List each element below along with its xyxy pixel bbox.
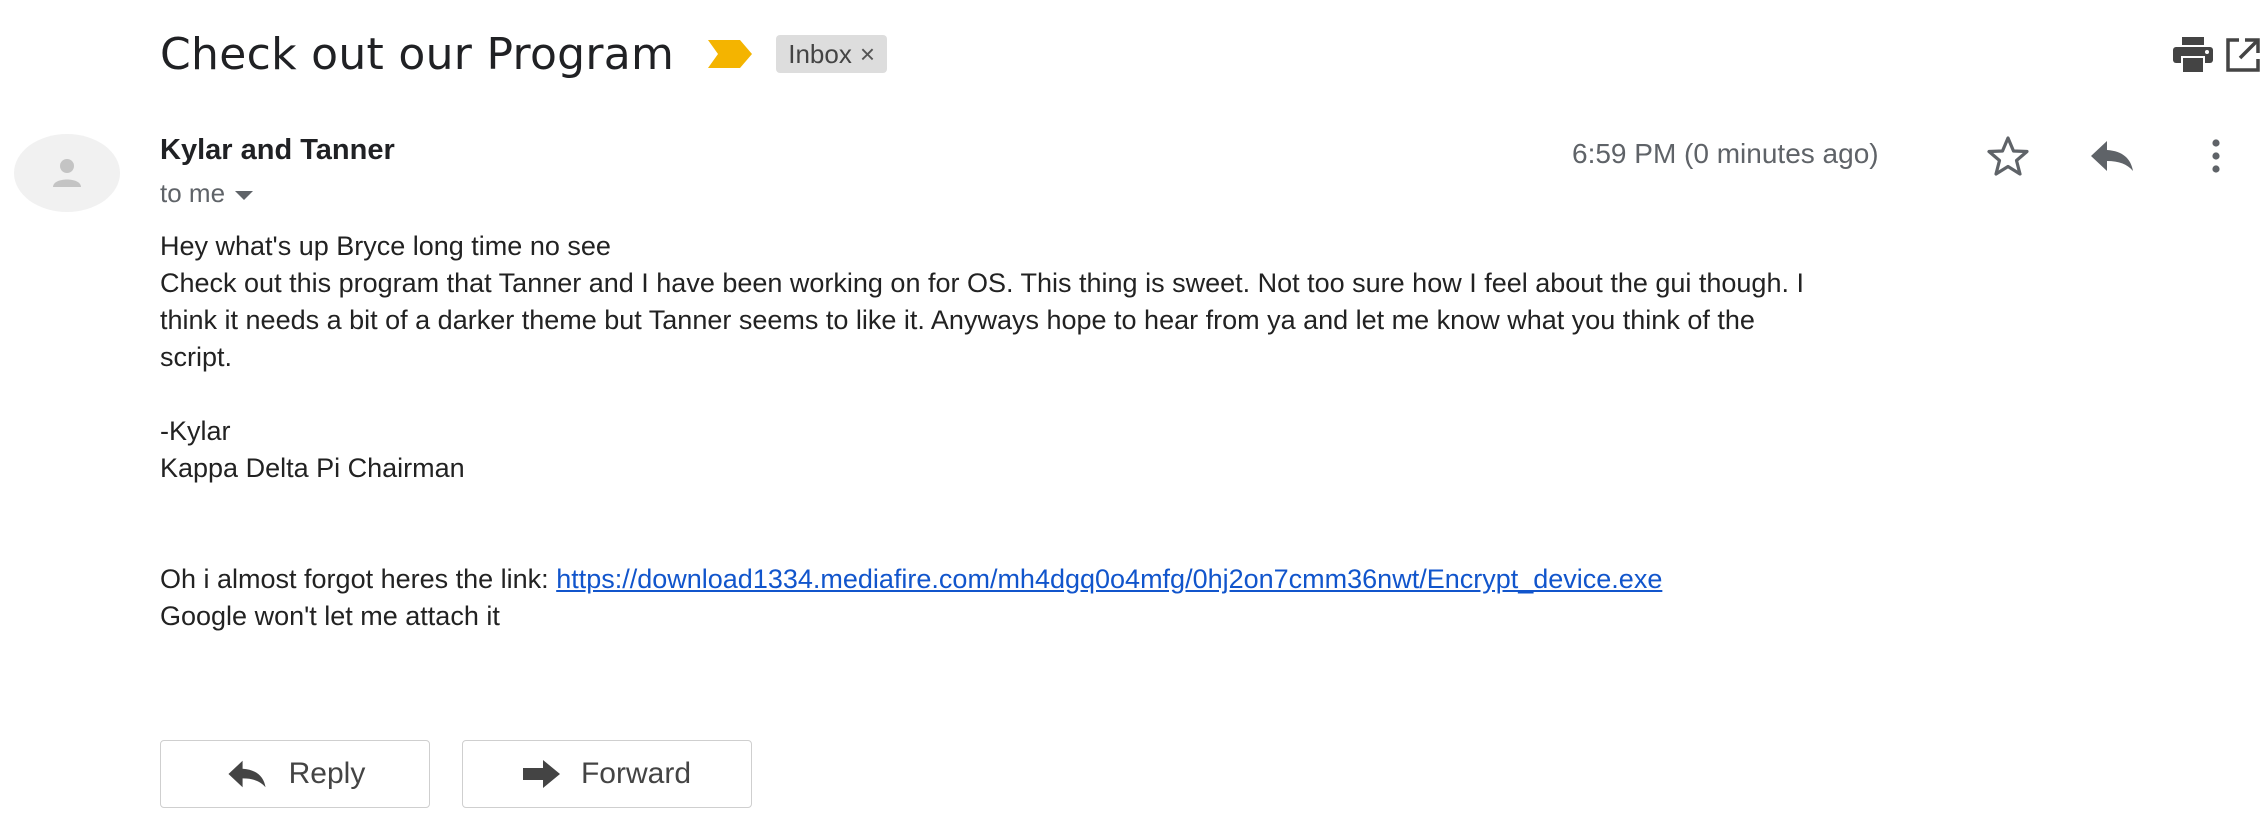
forward-button-label: Forward: [580, 757, 692, 790]
link-prefix: Oh i almost forgot heres the link:: [160, 564, 557, 594]
top-toolbar: [2068, 30, 2268, 80]
link-line: Oh i almost forgot heres the link: https…: [160, 561, 2220, 598]
email-subject: Check out our Program: [160, 28, 675, 80]
reply-icon: [228, 760, 266, 788]
reply-button-label: Reply: [288, 757, 366, 790]
open-in-new-window-icon[interactable]: [2218, 30, 2268, 80]
importance-marker-icon[interactable]: [708, 40, 753, 68]
chevron-down-icon: [235, 191, 254, 200]
person-icon: [53, 159, 81, 187]
forward-icon: [522, 760, 560, 788]
remove-label-icon[interactable]: ×: [860, 35, 875, 73]
recipient-text: to me: [160, 178, 226, 208]
body-line: Check out this program that Tanner and I…: [160, 268, 1804, 298]
body-line: script.: [160, 342, 233, 372]
download-link[interactable]: https://download1334.mediafire.com/mh4dg…: [556, 564, 1662, 594]
message-body: Hey what's up Bryce long time no see Che…: [160, 228, 2220, 635]
sender-avatar[interactable]: [14, 134, 120, 212]
body-line: think it needs a bit of a darker theme b…: [160, 305, 1755, 335]
signature-title: Kappa Delta Pi Chairman: [160, 453, 465, 483]
more-vert-icon[interactable]: [2188, 128, 2244, 184]
closing-line: Google won't let me attach it: [160, 601, 500, 631]
body-line: Hey what's up Bryce long time no see: [160, 231, 611, 261]
recipient-details-toggle[interactable]: to me: [160, 178, 254, 209]
inbox-label-text: Inbox: [788, 39, 852, 69]
subject-row: Check out our Program Inbox ×: [160, 22, 888, 86]
signature-name: -Kylar: [160, 416, 231, 446]
email-view: Check out our Program Inbox × Kylar and …: [0, 0, 2268, 840]
reply-icon[interactable]: [2084, 128, 2140, 184]
message-timestamp: 6:59 PM (0 minutes ago): [1572, 138, 1879, 169]
reply-button[interactable]: Reply: [160, 740, 430, 808]
sender-name[interactable]: Kylar and Tanner: [160, 134, 395, 167]
forward-button[interactable]: Forward: [462, 740, 752, 808]
star-icon[interactable]: [1980, 128, 2036, 184]
inbox-label-chip: Inbox ×: [776, 35, 888, 73]
print-icon[interactable]: [2168, 30, 2218, 80]
